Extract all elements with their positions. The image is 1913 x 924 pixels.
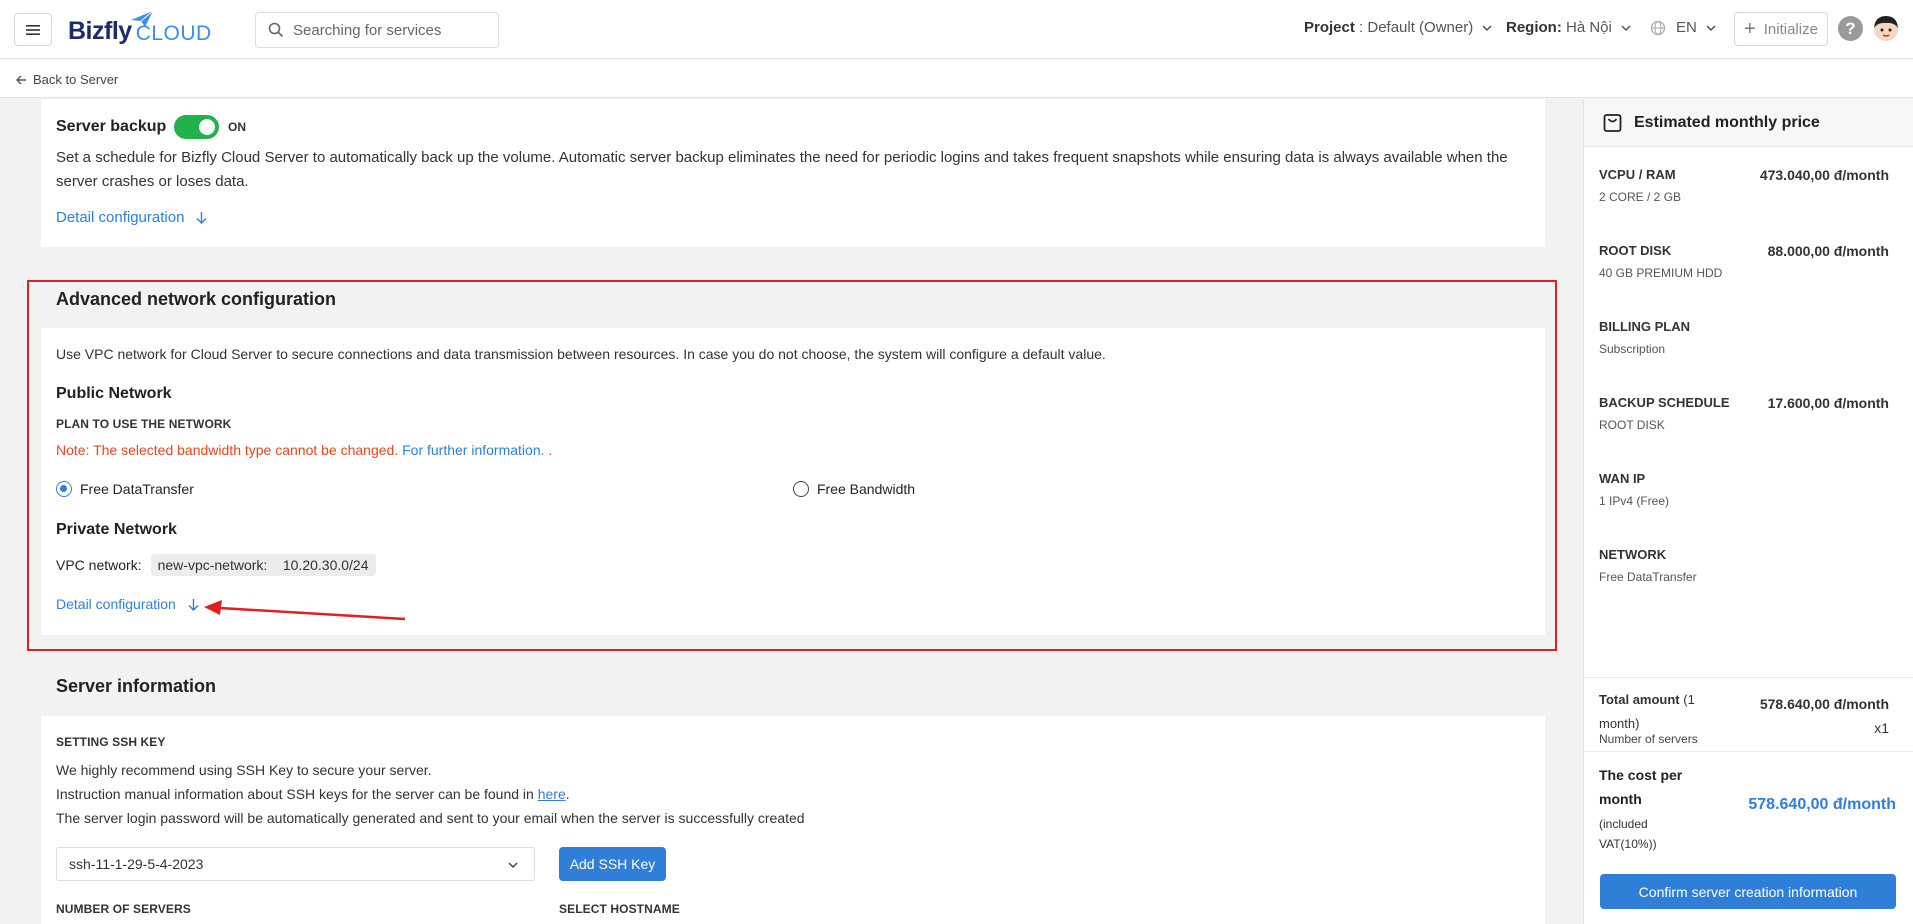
price-row-vcpu: VCPU / RAM 2 CORE / 2 GB 473.040,00 đ/mo… <box>1599 167 1889 204</box>
row-label: NETWORK <box>1599 547 1667 562</box>
paper-plane-icon <box>131 10 154 27</box>
cost-label: The cost per month <box>1599 763 1682 811</box>
chevron-down-icon <box>1482 24 1492 31</box>
region-label: Region: <box>1506 19 1562 36</box>
toggle-state: ON <box>228 120 246 134</box>
bizfly-logo[interactable]: Bizfly CLOUD <box>68 10 212 46</box>
ssh-line-3: The server login password will be automa… <box>56 810 805 826</box>
cost-sub-1: (included <box>1599 817 1648 831</box>
total-label-block: Total amount (1 month) <box>1599 688 1699 736</box>
cost-sub: (included VAT(10%)) <box>1599 814 1657 854</box>
add-ssh-key-button[interactable]: Add SSH Key <box>559 847 666 881</box>
total-paren-open: (1 <box>1683 692 1695 707</box>
cost-label-2: month <box>1599 791 1642 807</box>
ssh-selected-value: ssh-11-1-29-5-4-2023 <box>69 856 204 872</box>
servers-value: x1 <box>1874 720 1889 736</box>
price-row-backup: BACKUP SCHEDULE ROOT DISK 17.600,00 đ/mo… <box>1599 395 1889 432</box>
search-box[interactable] <box>255 12 499 48</box>
servers-label: Number of servers <box>1599 732 1698 746</box>
arrow-left-icon <box>16 75 26 84</box>
row-value: 473.040,00 đ/month <box>1759 167 1889 183</box>
row-sub: Subscription <box>1599 342 1666 356</box>
total-paren-close: month) <box>1599 716 1640 731</box>
sub-header: Back to Server <box>0 60 1913 98</box>
row-sub: Free DataTransfer <box>1599 570 1697 584</box>
price-row-billing: BILLING PLAN Subscription <box>1599 319 1889 356</box>
server-info-title: Server information <box>56 676 217 696</box>
search-icon <box>268 22 284 38</box>
backup-title: Server backup <box>56 118 167 135</box>
backup-card: Server backup ON Set a schedule for Bizf… <box>41 99 1545 247</box>
cost-value: 578.640,00 đ/month <box>1748 796 1896 813</box>
num-servers-label: NUMBER OF SERVERS <box>56 902 191 916</box>
price-row-root-disk: ROOT DISK 40 GB PREMIUM HDD 88.000,00 đ/… <box>1599 243 1889 280</box>
region-value: Hà Nội <box>1566 19 1612 36</box>
help-icon[interactable]: ? <box>1838 16 1863 41</box>
price-header: Estimated monthly price <box>1584 99 1913 147</box>
hostname-label: SELECT HOSTNAME <box>559 902 680 916</box>
back-to-server-link[interactable]: Back to Server <box>15 72 118 87</box>
top-header: Bizfly CLOUD Project : Default (Owner) R… <box>0 0 1913 59</box>
row-label: BILLING PLAN <box>1599 319 1690 334</box>
ssh-guide-link[interactable]: here <box>538 786 566 802</box>
initialize-label: Initialize <box>1763 20 1818 38</box>
row-sub: 40 GB PREMIUM HDD <box>1599 266 1723 280</box>
row-sub: 1 IPv4 (Free) <box>1599 494 1670 508</box>
ssh-line-2-suffix: . <box>565 786 570 802</box>
ssh-key-select[interactable]: ssh-11-1-29-5-4-2023 <box>56 847 535 881</box>
search-input[interactable] <box>293 21 483 39</box>
row-label: WAN IP <box>1599 471 1646 486</box>
total-value: 578.640,00 đ/month <box>1759 696 1889 712</box>
row-sub: ROOT DISK <box>1599 418 1665 432</box>
arrow-down-icon <box>196 212 207 224</box>
globe-icon <box>1650 20 1666 35</box>
row-value: 17.600,00 đ/month <box>1767 395 1889 411</box>
logo-main: Bizfly <box>68 17 132 45</box>
initialize-button[interactable]: + Initialize <box>1734 12 1828 46</box>
price-title: Estimated monthly price <box>1634 113 1820 131</box>
shopping-bag-icon <box>1603 114 1622 132</box>
row-value: 88.000,00 đ/month <box>1767 243 1889 259</box>
total-section: Total amount (1 month) 578.640,00 đ/mont… <box>1584 677 1913 751</box>
backup-description: Set a schedule for Bizfly Cloud Server t… <box>56 149 1508 190</box>
price-row-network: NETWORK Free DataTransfer <box>1599 547 1889 584</box>
cost-section: The cost per month (included VAT(10%)) 5… <box>1584 751 1913 924</box>
backup-toggle[interactable] <box>174 115 219 139</box>
project-value: : Default (Owner) <box>1359 19 1474 36</box>
red-arrow-annotation <box>204 600 406 621</box>
back-label: Back to Server <box>33 72 119 87</box>
project-label: Project <box>1304 19 1355 36</box>
row-sub: 2 CORE / 2 GB <box>1599 190 1682 204</box>
chevron-down-icon <box>1706 24 1716 31</box>
ssh-line-2-prefix: Instruction manual information about SSH… <box>56 786 534 802</box>
language-selector[interactable]: EN <box>1650 19 1716 36</box>
price-row-wan-ip: WAN IP 1 IPv4 (Free) <box>1599 471 1889 508</box>
language-value: EN <box>1676 19 1697 36</box>
chevron-down-icon <box>1621 24 1631 31</box>
cost-sub-2: VAT(10%)) <box>1599 837 1657 851</box>
total-label: Total amount <box>1599 692 1680 707</box>
region-selector[interactable]: Region: Hà Nội <box>1506 19 1631 36</box>
ssh-line-2: Instruction manual information about SSH… <box>56 782 570 806</box>
ssh-label: SETTING SSH KEY <box>56 735 166 749</box>
chevron-down-icon <box>508 862 518 869</box>
confirm-creation-button[interactable]: Confirm server creation information <box>1600 874 1896 909</box>
avatar[interactable] <box>1872 14 1900 42</box>
project-selector[interactable]: Project : Default (Owner) <box>1304 19 1492 36</box>
cost-label-1: The cost per <box>1599 767 1683 783</box>
backup-detail-label: Detail configuration <box>56 209 185 226</box>
price-panel: Estimated monthly price VCPU / RAM 2 COR… <box>1583 99 1913 924</box>
ssh-line-1: We highly recommend using SSH Key to sec… <box>56 762 432 778</box>
plus-icon: + <box>1744 17 1756 40</box>
menu-button[interactable] <box>14 13 52 46</box>
hamburger-icon <box>26 24 40 35</box>
server-info-card: SETTING SSH KEY We highly recommend usin… <box>41 716 1545 924</box>
backup-detail-link[interactable]: Detail configuration <box>56 209 208 226</box>
